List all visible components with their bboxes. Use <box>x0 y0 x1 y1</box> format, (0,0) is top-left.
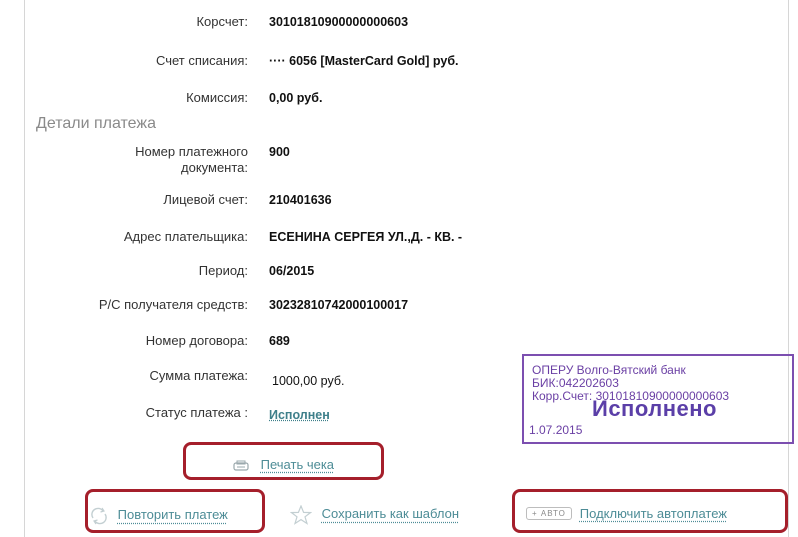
recipient-account-value: 30232810742000100017 <box>269 298 409 312</box>
status-label: Статус платежа : <box>145 405 248 420</box>
print-receipt-label: Печать чека <box>260 457 335 472</box>
payment-details-panel: Корсчет: 30101810900000000603 Счет списа… <box>0 0 798 537</box>
printer-icon <box>233 460 249 471</box>
commission-value: 0,00 руб. <box>269 91 323 105</box>
payer-address-value: ЕСЕНИНА СЕРГЕЯ УЛ.,Д. - КВ. - <box>269 230 463 244</box>
enable-autopay-button[interactable]: + АВТО Подключить автоплатеж <box>526 506 727 521</box>
auto-badge: + АВТО <box>526 507 572 520</box>
period-label: Период: <box>198 263 248 278</box>
payer-address-label: Адрес плательщика: <box>123 229 248 244</box>
save-template-button[interactable]: Сохранить как шаблон <box>290 505 459 525</box>
personal-account-label: Лицевой счет: <box>163 192 248 207</box>
status-value: Исполнен <box>269 408 330 422</box>
stamp-date: 1.07.2015 <box>529 423 583 437</box>
doc-number-label-line2: документа: <box>181 160 248 175</box>
plus-icon: + <box>532 509 538 518</box>
print-receipt-button[interactable]: Печать чека <box>233 457 334 473</box>
repeat-payment-button[interactable]: Повторить платеж <box>89 506 228 526</box>
star-icon <box>290 505 312 525</box>
amount-value: 1000,00 руб. <box>272 374 345 388</box>
save-template-label: Сохранить как шаблон <box>321 506 460 522</box>
doc-number-value: 900 <box>269 145 290 159</box>
bank-stamp: ОПЕРУ Волго-Вятский банк БИК:042202603 К… <box>522 354 794 444</box>
period-value: 06/2015 <box>269 264 315 278</box>
panel-left-border <box>24 0 25 537</box>
recipient-account-label: Р/С получателя средств: <box>98 297 248 312</box>
corr-account-value: 30101810900000000603 <box>269 15 409 29</box>
stamp-status: Исполнено <box>592 396 717 421</box>
contract-number-label: Номер договора: <box>145 333 248 348</box>
auto-badge-label: АВТО <box>540 509 566 518</box>
corr-account-label: Корсчет: <box>196 14 248 29</box>
repeat-payment-label: Повторить платеж <box>117 507 228 523</box>
amount-label: Сумма платежа: <box>149 368 248 383</box>
commission-label: Комиссия: <box>186 90 248 105</box>
doc-number-label-line1: Номер платежного <box>135 144 248 159</box>
panel-right-border <box>788 0 789 537</box>
contract-number-value: 689 <box>269 334 290 348</box>
debit-account-label: Счет списания: <box>155 53 248 68</box>
repeat-icon <box>91 507 107 525</box>
section-title-payment-details: Детали платежа <box>36 115 156 132</box>
enable-autopay-label: Подключить автоплатеж <box>579 506 727 521</box>
debit-account-value: ···· 6056 [MasterCard Gold] руб. <box>269 54 459 68</box>
personal-account-value: 210401636 <box>269 193 332 207</box>
